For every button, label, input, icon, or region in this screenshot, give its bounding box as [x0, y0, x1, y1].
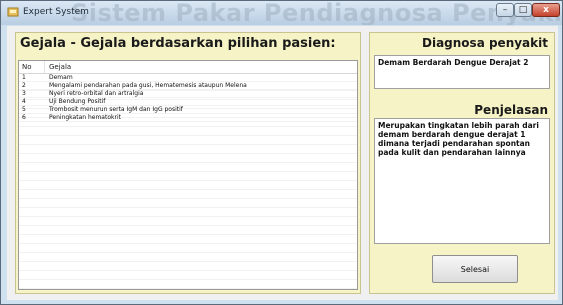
row-gejala: Trombosit menurun serta IgM dan IgG posi… — [49, 106, 183, 113]
diagnosis-result[interactable]: Demam Berdarah Dengue Derajat 2 — [374, 55, 550, 89]
list-item[interactable]: 3 Nyeri retro-orbital dan artralgia — [19, 90, 357, 98]
list-item[interactable]: 6 Peningkatan hematokrit — [19, 114, 357, 122]
minimize-button[interactable]: – — [496, 3, 514, 17]
row-gejala: Uji Bendung Positif — [49, 98, 106, 105]
window-title: Expert System — [23, 7, 89, 17]
symptoms-title: Gejala - Gejala berdasarkan pilihan pasi… — [20, 36, 336, 51]
client-area: Gejala - Gejala berdasarkan pilihan pasi… — [7, 26, 558, 300]
diagnosis-title: Diagnosa penyakit — [422, 36, 548, 50]
symptoms-list[interactable]: No Gejala 1 Demam 2 Mengalami pendarahan… — [18, 60, 358, 290]
list-rows: 1 Demam 2 Mengalami pendarahan pada gusi… — [19, 74, 357, 122]
finish-button[interactable]: Selesai — [432, 255, 518, 283]
column-header-no[interactable]: No — [19, 61, 45, 73]
list-item[interactable]: 2 Mengalami pendarahan pada gusi, Hemate… — [19, 82, 357, 90]
title-bar[interactable]: Sistem Pakar Pendiagnosa Penyakit Demam … — [1, 1, 562, 25]
watermark-title: Sistem Pakar Pendiagnosa Penyakit Demam … — [71, 1, 562, 25]
row-gejala: Demam — [49, 74, 73, 81]
row-no: 6 — [22, 114, 26, 121]
list-item[interactable]: 5 Trombosit menurun serta IgM dan IgG po… — [19, 106, 357, 114]
list-item[interactable]: 1 Demam — [19, 74, 357, 82]
row-no: 5 — [22, 106, 26, 113]
symptoms-panel: Gejala - Gejala berdasarkan pilihan pasi… — [15, 32, 361, 294]
row-no: 4 — [22, 98, 26, 105]
close-button[interactable]: x — [532, 3, 560, 17]
diagnosis-panel: Diagnosa penyakit Demam Berdarah Dengue … — [369, 32, 555, 294]
row-gejala: Nyeri retro-orbital dan artralgia — [49, 90, 144, 97]
row-gejala: Peningkatan hematokrit — [49, 114, 121, 121]
row-no: 1 — [22, 74, 26, 81]
list-item[interactable]: 4 Uji Bendung Positif — [19, 98, 357, 106]
explanation-text[interactable]: Merupakan tingkatan lebih parah dari dem… — [374, 118, 550, 244]
maximize-button[interactable]: □ — [514, 3, 532, 17]
row-gejala: Mengalami pendarahan pada gusi, Hemateme… — [49, 82, 247, 89]
row-no: 2 — [22, 82, 26, 89]
app-icon — [7, 7, 19, 17]
column-header-gejala[interactable]: Gejala — [45, 63, 71, 71]
explanation-title: Penjelasan — [474, 103, 548, 117]
main-window: Sistem Pakar Pendiagnosa Penyakit Demam … — [0, 0, 563, 305]
row-no: 3 — [22, 90, 26, 97]
